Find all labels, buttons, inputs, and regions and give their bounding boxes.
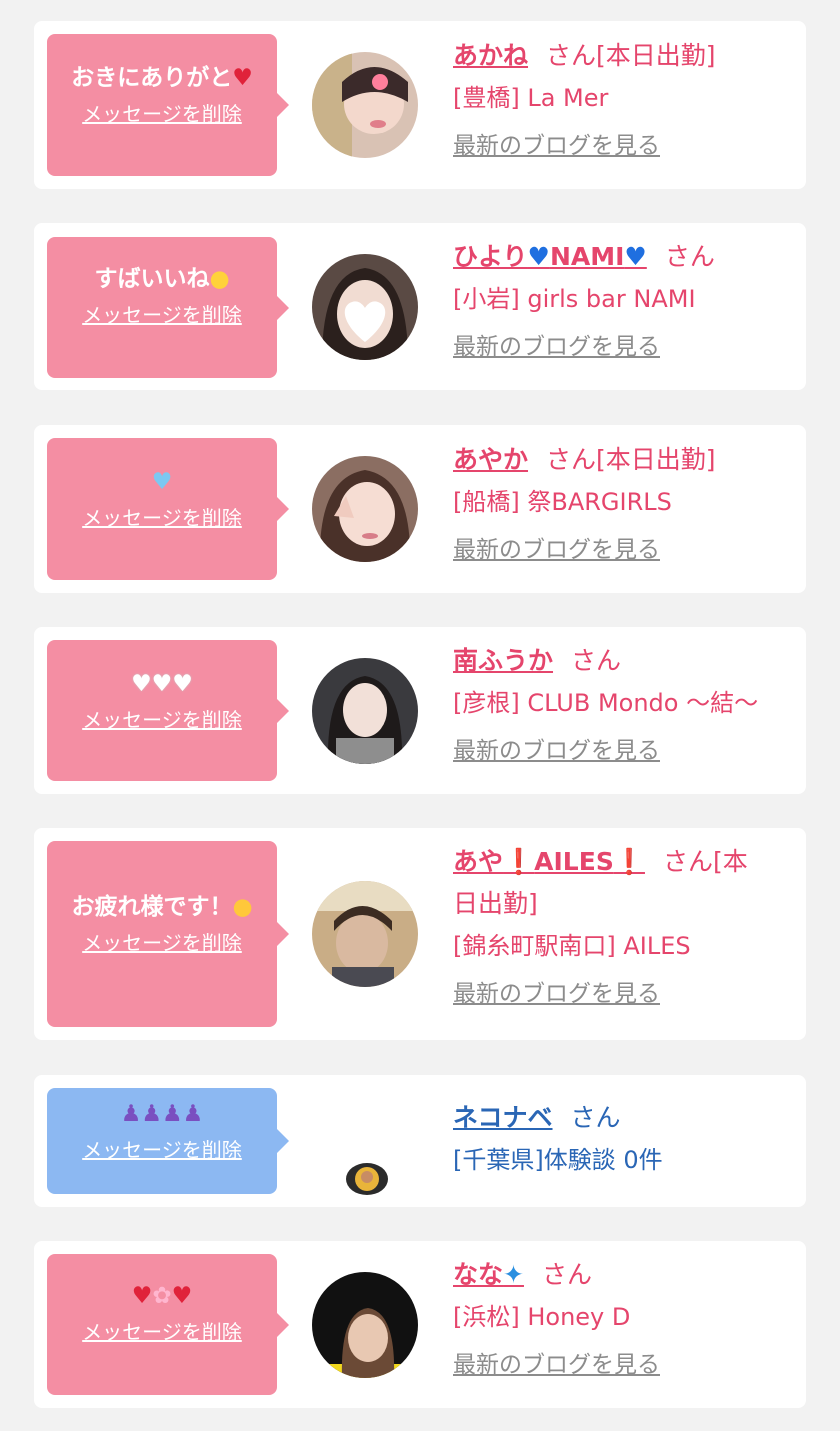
latest-blog-link[interactable]: 最新のブログを見る [453,977,660,1011]
butterfly-emoji-icon: ✦ [503,1260,524,1289]
light-blue-heart-emoji-icon: ♥ [151,469,173,495]
latest-blog-link[interactable]: 最新のブログを見る [453,1348,660,1382]
shop-label: [錦糸町駅南口] AILES [453,932,691,960]
avatar[interactable] [312,254,418,360]
cast-info: 南ふうか さん [彦根] CLUB Mondo ～結～ 最新のブログを見る [453,640,794,768]
blue-heart-emoji-icon: ♥ [527,242,550,271]
saluting-face-emoji-icon: ● [232,894,253,920]
cast-info: あや❗AILES❗ さん[本 日出勤] [錦糸町駅南口] AILES 最新のブログ… [453,841,794,1011]
cast-info: なな✦ さん [浜松] Honey D 最新のブログを見る [453,1254,794,1382]
list-item: おきにありがと♥ メッセージを削除 あかね さん[本日出勤] [豊橋] La Me… [34,21,806,189]
message-bubble: おきにありがと♥ メッセージを削除 [47,34,289,176]
list-item: お疲れ様です！● メッセージを削除 あや❗AILES❗ さん[本 日出勤] [錦糸… [34,828,806,1040]
avatar[interactable] [312,881,418,987]
message-text: ♥♥♥ [53,668,271,700]
list-item: ♥ メッセージを削除 あやか さん[本日出勤] [船橋] 祭BARGIRLS 最新… [34,425,806,593]
list-item: ♥♥♥ メッセージを削除 南ふうか さん [彦根] CLUB Mondo ～結～ … [34,627,806,794]
cast-info: あやか さん[本日出勤] [船橋] 祭BARGIRLS 最新のブログを見る [453,439,794,567]
latest-blog-link[interactable]: 最新のブログを見る [453,330,660,364]
avatar[interactable] [312,658,418,764]
cast-name-link[interactable]: ひより♥NAMI♥ [453,242,647,271]
delete-message-link[interactable]: メッセージを削除 [82,1136,242,1164]
cast-info: ひより♥NAMI♥ さん [小岩] girls bar NAMI 最新のブログを見… [453,236,794,364]
cast-name-link[interactable]: あや❗AILES❗ [453,847,645,876]
message-bubble: ♥✿♥ メッセージを削除 [47,1254,289,1395]
message-text: おきにありがと♥ [71,65,253,91]
delete-message-link[interactable]: メッセージを削除 [82,929,242,957]
list-item: ♟♟♟♟ メッセージを削除 ネコナベ さん [千葉県]体験談 0件 [34,1075,806,1207]
shop-label: [小岩] girls bar NAMI [453,285,696,313]
delete-message-link[interactable]: メッセージを削除 [82,301,242,329]
avatar[interactable] [312,456,418,562]
delete-message-link[interactable]: メッセージを削除 [82,504,242,532]
cast-info: ネコナベ さん [千葉県]体験談 0件 [453,1097,794,1181]
message-text: ♟♟♟♟ [53,1098,271,1130]
shop-label: [浜松] Honey D [453,1303,631,1331]
avatar[interactable] [346,1163,388,1195]
latest-blog-link[interactable]: 最新のブログを見る [453,129,660,163]
exclamation-emoji-icon: ❗ [613,847,645,876]
status-label: [本日出勤] [596,41,716,70]
delete-message-link[interactable]: メッセージを削除 [82,1318,242,1346]
cast-info: あかね さん[本日出勤] [豊橋] La Mer 最新のブログを見る [453,35,794,163]
baby-chick-emoji-icon: ● [209,266,230,292]
cast-name-link[interactable]: ネコナベ [453,1103,553,1132]
latest-blog-link[interactable]: 最新のブログを見る [453,533,660,567]
message-bubble: お疲れ様です！● メッセージを削除 [47,841,289,1027]
cast-name-link[interactable]: なな✦ [453,1260,524,1289]
shop-label: [船橋] 祭BARGIRLS [453,488,672,516]
blue-heart-emoji-icon: ♥ [624,242,647,271]
status-label: [本日出勤] [596,445,716,474]
message-text: ♥✿♥ [53,1280,271,1312]
shop-label: [千葉県]体験談 0件 [453,1146,663,1174]
delete-message-link[interactable]: メッセージを削除 [82,706,242,734]
shop-label: [豊橋] La Mer [453,84,609,112]
cast-name-link[interactable]: あかね [453,41,528,70]
message-text: お疲れ様です！● [71,894,253,920]
heart-on-fire-emoji-icon: ♥ [171,1283,193,1309]
shop-label: [彦根] CLUB Mondo ～結～ [453,689,759,717]
status-label-continued: 日出勤] [453,889,538,918]
avatar[interactable] [312,52,418,158]
cherry-blossom-emoji-icon: ✿ [152,1283,172,1309]
status-label: [本 [712,847,748,876]
list-item: すばいいね● メッセージを削除 ひより♥NAMI♥ さん [小岩] girls b… [34,223,806,390]
message-bubble: ♟♟♟♟ メッセージを削除 [47,1088,289,1194]
message-bubble: ♥ メッセージを削除 [47,438,289,580]
message-bubble: ♥♥♥ メッセージを削除 [47,640,289,781]
white-heart-emoji-icon: ♥♥♥ [131,671,193,697]
delete-message-link[interactable]: メッセージを削除 [82,100,242,128]
cast-name-link[interactable]: あやか [453,445,528,474]
exclamation-emoji-icon: ❗ [503,847,535,876]
message-text: ♥ [53,466,271,498]
avatar[interactable] [312,1272,418,1378]
cast-name-link[interactable]: 南ふうか [453,646,553,675]
message-bubble: すばいいね● メッセージを削除 [47,237,289,378]
favorite-message-list: おきにありがと♥ メッセージを削除 あかね さん[本日出勤] [豊橋] La Me… [0,0,840,1431]
latest-blog-link[interactable]: 最新のブログを見る [453,734,660,768]
red-heart-emoji-icon: ♥ [232,65,253,91]
message-text: すばいいね● [94,266,230,292]
heart-on-fire-emoji-icon: ♥ [131,1283,153,1309]
dancers-emoji-icon: ♟♟♟♟ [120,1101,204,1127]
list-item: ♥✿♥ メッセージを削除 なな✦ さん [浜松] Honey D 最新のブログを見… [34,1241,806,1408]
